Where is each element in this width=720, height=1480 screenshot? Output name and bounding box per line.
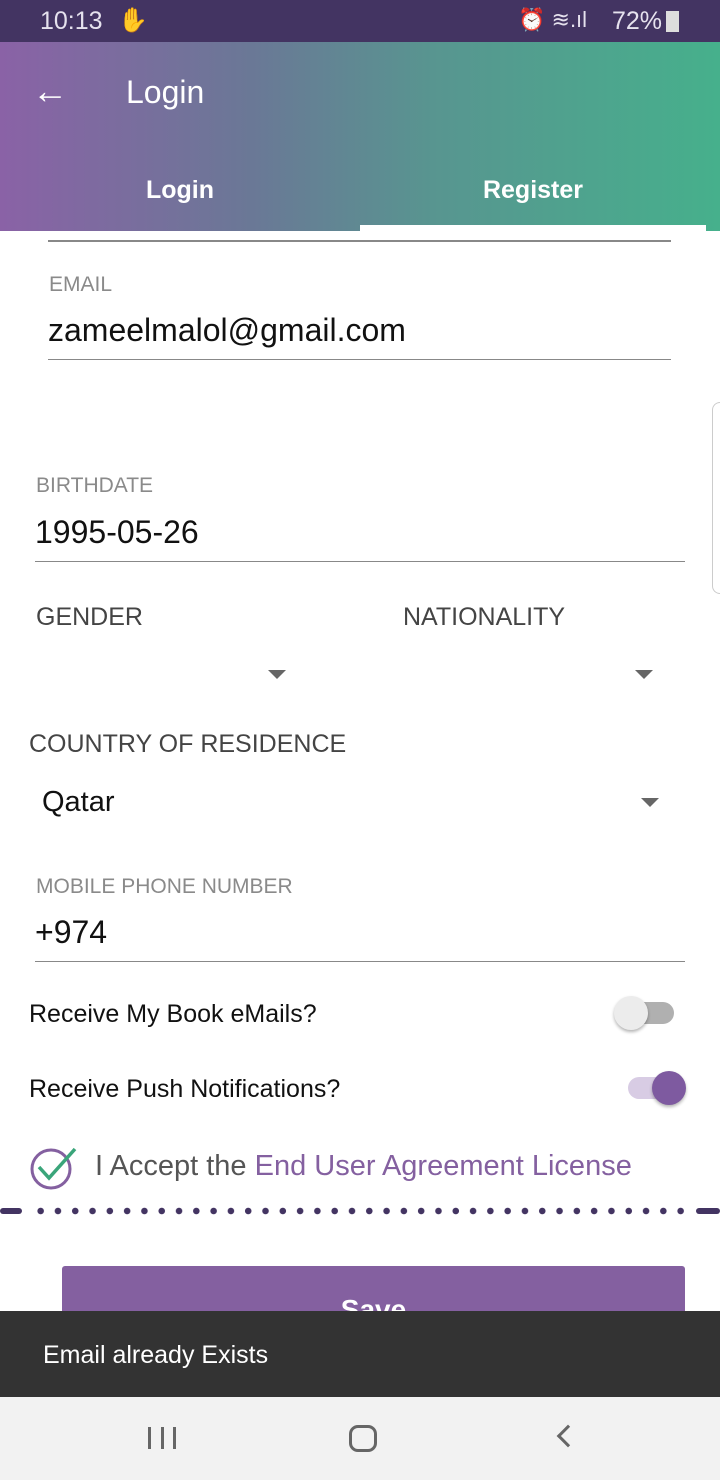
chevron-down-icon [635,670,653,679]
nav-bar [0,1397,720,1480]
dotted-divider [0,1207,720,1215]
country-value: Qatar [42,786,115,818]
email-label: EMAIL [49,273,113,296]
scroll-handle[interactable] [712,402,720,594]
battery-icon [666,11,679,32]
gender-label: GENDER [36,603,143,631]
active-tab-indicator [360,225,706,231]
agreement-prefix: I Accept the [95,1150,247,1182]
app-bar: ← Login Login Register [0,42,720,231]
agreement-checkbox[interactable] [29,1145,77,1190]
gender-dropdown[interactable] [36,650,296,694]
field-underline [48,240,671,242]
country-dropdown[interactable]: Qatar [29,782,669,826]
phone-label: MOBILE PHONE NUMBER [36,875,293,898]
phone-field[interactable]: +974 [35,914,685,962]
status-time: 10:13 [40,7,103,35]
tab-register[interactable]: Register [360,162,706,231]
nationality-dropdown[interactable] [403,650,663,694]
back-icon[interactable] [556,1424,580,1448]
country-label: COUNTRY OF RESIDENCE [29,730,347,758]
snackbar: Email already Exists [0,1311,720,1397]
birthdate-value: 1995-05-26 [35,514,199,550]
back-arrow-icon[interactable]: ← [32,70,68,112]
check-circle-icon [30,1147,77,1190]
birthdate-field[interactable]: 1995-05-26 [35,514,685,562]
toggle-thumb [614,996,648,1030]
push-toggle[interactable] [628,1071,686,1105]
chevron-down-icon [641,798,659,807]
phone-value: +974 [35,914,108,950]
toggle-thumb [652,1071,686,1105]
birthdate-label: BIRTHDATE [36,474,154,497]
battery-percent: 72% [612,7,663,35]
status-bar: 10:13 ✋ ⏰ ≋.ıl 72% [0,0,720,42]
email-value: zameelmalol@gmail.com [48,312,406,348]
book-emails-label: Receive My Book eMails? [29,1000,317,1028]
agreement-text: I Accept the End User Agreement License [95,1150,632,1183]
recent-apps-icon[interactable] [148,1427,176,1449]
page-title: Login [126,74,205,110]
tab-login[interactable]: Login [0,162,360,231]
push-label: Receive Push Notifications? [29,1075,341,1103]
tab-label: Register [482,176,584,204]
book-emails-toggle[interactable] [614,996,674,1030]
home-icon[interactable] [349,1425,377,1452]
email-field[interactable]: zameelmalol@gmail.com [48,312,671,360]
nationality-label: NATIONALITY [403,603,566,631]
gesture-icon: ✋ [118,7,148,34]
snackbar-message: Email already Exists [43,1341,269,1369]
tab-label: Login [145,176,215,204]
agreement-link[interactable]: End User Agreement License [255,1150,632,1182]
chevron-down-icon [268,670,286,679]
alarm-wifi-signal-icons: ⏰ ≋.ıl [518,7,588,32]
